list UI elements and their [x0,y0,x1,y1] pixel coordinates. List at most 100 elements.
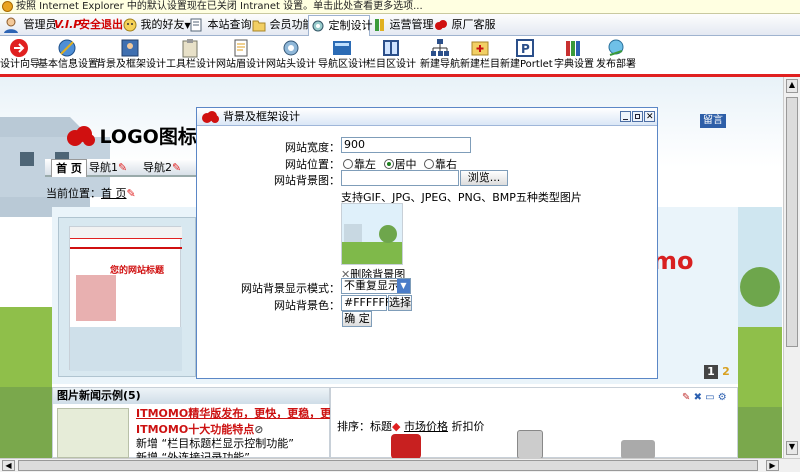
close-button[interactable]: ✕ [644,111,655,122]
sort-arrow-icon: ◆ [392,420,401,433]
mini-site-preview: 您的网站标题 [69,226,182,371]
bg-image-label: 网站背景图： [274,174,340,187]
edit-icon[interactable]: ✎ [682,392,690,403]
tool-label: 导航区设计 [318,59,368,70]
arrow-circle-icon [10,39,28,57]
edit-icon[interactable]: ✎ [127,187,136,200]
add-folder-icon [471,41,489,56]
frame-user-icon [121,39,139,57]
menu-user[interactable]: 管理员 [2,14,57,36]
close-icon[interactable]: ✖ [694,392,702,403]
menu-vendor-service[interactable]: 原厂客服 [434,14,496,36]
vertical-scrollbar[interactable]: ▲ ▼ [783,77,800,458]
radio-left-button[interactable] [343,159,353,169]
site-logo: LOGO图标 [66,122,197,148]
news-headline-1[interactable]: ITMOMO精华版发布，更快，更稳，更安全 [136,405,353,421]
menu-friends[interactable]: 我的好友▼ [123,14,191,36]
bg-color-input[interactable]: #FFFFFF [341,295,391,311]
tool-site-header[interactable]: 网站头设计 [266,36,316,74]
tool-basic-info[interactable]: 基本信息设置 [38,36,98,74]
gear-edit-icon [283,40,299,56]
display-mode-select[interactable]: 不重复显示 ▼ [341,278,411,294]
vip-badge[interactable]: V.I.P [54,14,81,36]
menu-site-search-label: 本站查询 [207,18,252,31]
nav-item-1[interactable]: 导航1✎ [89,159,127,177]
tool-label: 背景及框架设计 [96,59,166,70]
menu-site-search[interactable]: 本站查询 [190,14,252,36]
position-label: 网站位置： [285,158,340,171]
product-phone-3[interactable] [621,440,655,459]
tool-column-area[interactable]: 栏目区设计 [366,36,416,74]
column-grid-icon [383,40,399,56]
tool-site-eyebrow[interactable]: 网站眉设计 [216,36,266,74]
edit-icon[interactable]: ✎ [118,161,127,174]
tool-label: 字典设置 [554,59,594,70]
width-input[interactable]: 900 [341,137,471,153]
tool-label: 新建栏目 [460,59,500,70]
bg-image-preview [341,203,403,265]
banner-page-2[interactable]: 2 [720,365,732,379]
banner-page-1[interactable]: 1 [704,365,718,379]
ie-info-bar[interactable]: 按照 Internet Explorer 中的默认设置现在已关闭 Intrane… [0,0,800,14]
tool-nav-area[interactable]: 导航区设计 [318,36,368,74]
minimize-button[interactable] [620,111,631,122]
minimize-icon[interactable]: ▭ [705,392,714,403]
sort-title[interactable]: 标题 [370,420,392,433]
browse-button[interactable]: 浏览... [460,170,508,186]
sort-discount-price[interactable]: 折扣价 [451,420,484,433]
tab-custom-design[interactable]: 定制设计 [308,15,373,36]
tool-publish[interactable]: 发布部署 [596,36,636,74]
scroll-left-arrow[interactable]: ◀ [2,460,15,471]
scroll-thumb-vertical[interactable] [786,97,798,347]
radio-right-button[interactable] [424,159,434,169]
tool-new-portlet[interactable]: P 新建Portlet [500,36,553,74]
maximize-button[interactable] [632,111,643,122]
scroll-down-arrow[interactable]: ▼ [786,441,798,455]
sort-market-price[interactable]: 市场价格 [404,420,448,433]
product-phone-2[interactable] [517,430,543,459]
tool-dictionary[interactable]: 字典设置 [554,36,594,74]
product-phone-1[interactable] [391,434,421,459]
dialog-title: 背景及框架设计 [223,110,300,123]
nav-home[interactable]: 首 页 [51,159,87,177]
menu-member-func[interactable]: 会员功能 [252,14,314,36]
dialog-title-bar[interactable]: 背景及框架设计 ✕ [197,108,657,126]
breadcrumb-home-link[interactable]: 首 页 [101,187,127,200]
scroll-up-arrow[interactable]: ▲ [786,79,798,93]
svg-text:P: P [521,42,530,56]
tool-design-wizard[interactable]: 设计向导 [0,36,40,74]
logout-link[interactable]: 安全退出 [79,14,123,36]
bg-image-path-input[interactable] [341,170,459,186]
menu-member-func-label: 会员功能 [269,18,314,31]
horizontal-scrollbar[interactable]: ◀ ▶ [0,458,800,472]
menu-friends-label: 我的好友 [140,18,185,31]
nav-item-label: 导航1 [89,161,118,174]
news-header: 图片新闻示例(5) [53,388,329,404]
news-image[interactable] [57,408,129,458]
tool-label: 网站眉设计 [216,59,266,70]
select-color-button[interactable]: 选择 [388,295,412,311]
tool-toolbar-design[interactable]: 工具栏设计 [166,36,216,74]
tool-label: 发布部署 [596,59,636,70]
nav-grid-icon [333,41,351,55]
scroll-thumb-horizontal[interactable] [18,460,758,471]
edit-icon[interactable]: ✎ [172,161,181,174]
friends-icon [123,18,137,32]
tool-bg-frame[interactable]: 背景及框架设计 [96,36,166,74]
ok-button[interactable]: 确 定 [342,311,372,327]
tool-label: 工具栏设计 [166,59,216,70]
gear-icon [312,20,324,32]
nav-item-2[interactable]: 导航2✎ [143,159,181,177]
tool-new-nav[interactable]: 新建导航 [420,36,460,74]
tool-new-column[interactable]: 新建栏目 [460,36,500,74]
scroll-right-arrow[interactable]: ▶ [766,460,779,471]
radio-center-button[interactable] [383,159,394,169]
book-icon [375,19,384,31]
chevron-down-icon[interactable]: ▼ [397,279,410,293]
settings-icon[interactable]: ⚙ [718,392,727,403]
menu-operations[interactable]: 运营管理 [374,14,434,36]
sort-bar: 排序：标题◆ 市场价格 折扣价 [337,418,484,434]
message-badge[interactable]: 留言 [700,114,726,128]
breadcrumb: 当前位置：首 页✎ [46,185,136,201]
breadcrumb-label: 当前位置： [46,187,101,200]
